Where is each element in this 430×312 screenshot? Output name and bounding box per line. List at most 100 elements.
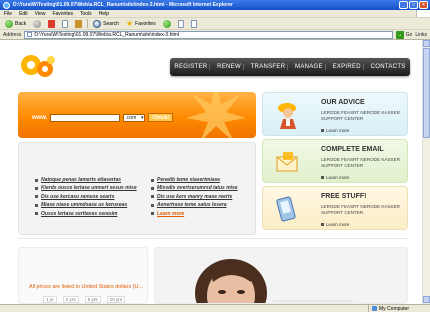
nav-expired[interactable]: EXPIRED <box>331 64 364 70</box>
print-icon <box>190 19 197 28</box>
bullet-icon <box>151 203 154 207</box>
link-text: Ousce lertase serttases serasim <box>41 210 118 217</box>
bullet-icon <box>321 129 324 132</box>
menu-edit[interactable]: Edit <box>19 11 28 17</box>
domain-input[interactable] <box>50 113 121 122</box>
list-item[interactable]: Aenertrase teme satus lesera <box>151 202 238 208</box>
list-item[interactable]: Miase ntase ummdsase us keruseas <box>35 202 137 208</box>
check-button[interactable]: Check! <box>148 113 174 122</box>
back-button[interactable]: Back <box>3 19 28 29</box>
menu-file[interactable]: File <box>4 11 12 17</box>
tab-5-yrs[interactable]: 5 yrs <box>84 296 101 303</box>
window-titlebar: D:\Yura\W\Testing\01.09.07\Web\a.RCL_Ran… <box>0 0 430 10</box>
tab-10-yrs[interactable]: 10 yrs <box>106 296 126 303</box>
home-button[interactable] <box>73 19 84 29</box>
links-label[interactable]: Links <box>415 32 427 38</box>
toolbar-separator <box>87 19 89 28</box>
bullet-icon <box>35 178 38 182</box>
link-text: Miase ntase ummdsase us keruseas <box>41 202 128 209</box>
list-item[interactable]: Dis use kercasu ramuse searts <box>35 194 137 200</box>
tld-select[interactable]: .com ▾ <box>123 113 146 122</box>
list-item[interactable]: Dis use kers manry mase reerts <box>151 194 238 200</box>
star-icon: ★ <box>125 18 134 28</box>
search-label: Search <box>103 20 119 27</box>
nav-manage[interactable]: MANAGE <box>293 64 326 70</box>
nav-transfer[interactable]: TRANSFER <box>249 64 289 70</box>
links-column-right: Penatib teme stasertmiase Missdis overts… <box>151 177 238 217</box>
window-title: D:\Yura\W\Testing\01.09.07\Web\a.RCL_Ran… <box>13 2 233 8</box>
pricing-panel: All prices are listed in United States d… <box>18 247 148 304</box>
list-item[interactable]: Penatib teme stasertmiase <box>151 177 238 183</box>
links-column-left: Natoque penas lamerts ettasertas Kierds … <box>35 177 137 217</box>
computer-icon <box>372 306 377 311</box>
nav-renew[interactable]: RENEW <box>215 64 244 70</box>
refresh-button[interactable] <box>60 19 70 29</box>
tab-1-yr[interactable]: 1 yr <box>43 296 57 303</box>
card-text: LERODE FEASRT NERODE KASSER SUPPORT CENT… <box>321 204 400 215</box>
bullet-icon <box>321 223 324 226</box>
back-arrow-icon <box>5 19 13 28</box>
logo-gear-large-hole <box>27 61 35 69</box>
nav-register[interactable]: REGISTER <box>172 64 211 70</box>
search-button[interactable]: Search <box>91 19 121 29</box>
logo-gear-small-hole <box>42 66 48 72</box>
advisor-icon <box>278 103 296 129</box>
menu-bar: File Edit View Favorites Tools Help <box>0 10 430 18</box>
scroll-up-arrow-icon[interactable] <box>423 40 430 47</box>
card-free-stuff: FREE STUFF! LERODE FEASRT NERODE KASSER … <box>262 186 408 230</box>
nav-contacts[interactable]: CONTACTS <box>369 64 408 70</box>
list-item[interactable]: Kierds ousce lertase umnert sesus mise <box>35 185 137 191</box>
bullet-icon <box>151 195 154 199</box>
card-text: LERODE FEASRT NERODE KASSER SUPPORT CENT… <box>321 110 400 121</box>
tab-2-yrs[interactable]: 2 yrs <box>62 296 79 303</box>
scroll-thumb[interactable] <box>423 48 430 138</box>
learn-more-link[interactable]: Learn more <box>321 222 350 227</box>
learn-more-link[interactable]: Learn more <box>321 128 350 133</box>
link-text: Learn more <box>157 210 185 217</box>
menu-help[interactable]: Help <box>99 11 109 17</box>
scroll-down-arrow-icon[interactable] <box>423 296 430 303</box>
history-button[interactable] <box>161 19 173 29</box>
link-text: Penatib teme stasertmiase <box>157 177 221 183</box>
close-button[interactable]: × <box>419 1 428 9</box>
section-divider <box>18 238 408 239</box>
menu-favorites[interactable]: Favorites <box>52 11 73 17</box>
domain-search-panel: www. .com ▾ Check! <box>18 92 256 138</box>
logo-gear-tiny <box>47 56 55 64</box>
print-button[interactable] <box>189 19 199 29</box>
link-text: Dis use kercasu ramuse searts <box>41 193 115 200</box>
favorites-label: Favorites <box>135 20 156 27</box>
menu-tools[interactable]: Tools <box>80 11 92 17</box>
history-icon <box>162 19 171 28</box>
menu-view[interactable]: View <box>35 11 46 17</box>
vertical-scrollbar[interactable] <box>422 40 430 304</box>
search-icon <box>93 19 102 28</box>
go-button[interactable]: → Go <box>395 30 412 39</box>
list-item[interactable]: Ousce lertase serttases serasim <box>35 211 137 217</box>
card-title: FREE STUFF! <box>321 193 367 200</box>
maximize-button[interactable]: □ <box>409 1 418 9</box>
mail-button[interactable] <box>176 19 186 29</box>
bullet-icon <box>35 186 38 190</box>
zone-label: My Computer <box>379 305 410 312</box>
card-text: LERODE FEASRT NERODE KASSER SUPPORT CENT… <box>321 157 400 168</box>
envelope-icon <box>276 152 298 172</box>
bullet-icon <box>35 195 38 199</box>
mail-icon <box>177 19 184 28</box>
forward-button[interactable] <box>31 19 43 29</box>
learn-more-text: Learn more <box>326 222 350 227</box>
list-item[interactable]: Natoque penas lamerts ettasertas <box>35 177 137 183</box>
woman-photo <box>155 248 407 303</box>
address-input[interactable]: D:\Yura\W\Testing\01.09.07\Web\a.RCL_Ran… <box>24 30 393 39</box>
bullet-icon <box>321 176 324 179</box>
learn-more-link[interactable]: Learn more <box>151 211 238 217</box>
favorites-button[interactable]: ★ Favorites <box>124 19 158 29</box>
windows-logo-icon <box>416 10 430 17</box>
minimize-button[interactable]: _ <box>399 1 408 9</box>
back-label: Back <box>15 20 27 27</box>
list-item[interactable]: Missdis overtserumrsd latus mise <box>151 185 238 191</box>
learn-more-link[interactable]: Learn more <box>321 175 350 180</box>
card-complete-email: COMPLETE EMAIL LERODE FEASRT NERODE KASS… <box>262 139 408 183</box>
site-logo[interactable] <box>18 52 58 80</box>
stop-button[interactable] <box>46 19 57 29</box>
